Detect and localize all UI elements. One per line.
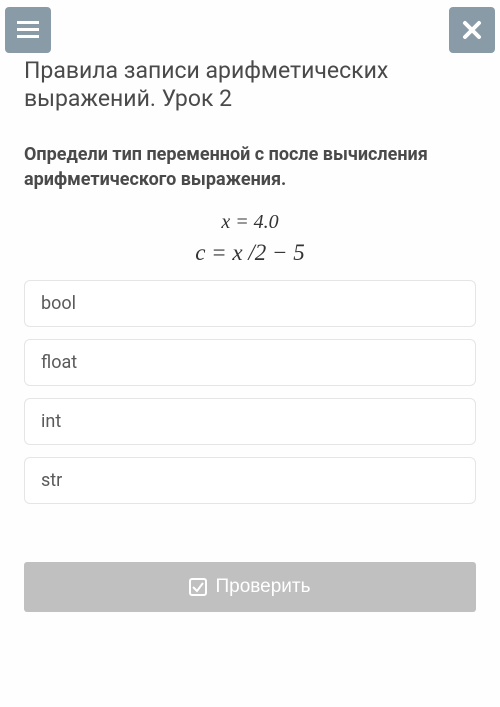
checkbox-icon (189, 578, 207, 596)
option-str[interactable]: str (24, 457, 476, 504)
question-section: Определи тип переменной c после вычислен… (0, 112, 500, 192)
expression-line-2: c = x /2 − 5 (0, 240, 500, 266)
option-float[interactable]: float (24, 339, 476, 386)
hamburger-icon (17, 21, 39, 39)
expression-line-1: x = 4.0 (0, 211, 500, 234)
options-list: bool float int str (0, 274, 500, 522)
footer: Проверить (0, 522, 500, 612)
header-bar (0, 0, 500, 53)
check-button[interactable]: Проверить (24, 562, 476, 612)
option-bool[interactable]: bool (24, 280, 476, 327)
option-int[interactable]: int (24, 398, 476, 445)
close-button[interactable] (449, 7, 495, 53)
check-button-label: Проверить (215, 576, 310, 598)
question-text: Определи тип переменной c после вычислен… (24, 142, 476, 192)
page-title: Правила записи арифметических выражений.… (0, 51, 500, 112)
close-icon (462, 20, 482, 40)
expression-block: x = 4.0 c = x /2 − 5 (0, 211, 500, 266)
menu-button[interactable] (5, 7, 51, 53)
